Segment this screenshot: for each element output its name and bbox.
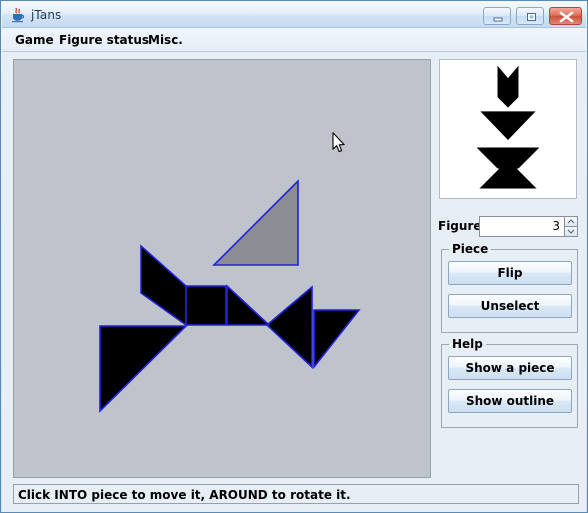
chevron-down-icon <box>567 229 575 234</box>
flip-button[interactable]: Flip <box>448 261 572 285</box>
tangram-piece-medium-triangle-upper-left[interactable] <box>140 244 187 327</box>
chevron-up-icon <box>567 219 575 224</box>
side-panel: Figure 3 Piece Flip Unselect Help Show a… <box>438 59 578 478</box>
show-a-piece-button[interactable]: Show a piece <box>448 356 572 380</box>
figure-preview-shape <box>476 65 540 189</box>
tangram-canvas[interactable] <box>13 59 431 478</box>
window-title: jTans <box>31 8 62 22</box>
tangram-pieces <box>99 179 361 413</box>
unselect-button[interactable]: Unselect <box>448 294 572 318</box>
menu-item-misc[interactable]: Misc. <box>143 31 188 49</box>
menu-item-game[interactable]: Game <box>10 31 59 49</box>
thumbnail-triangle-upper <box>480 111 536 140</box>
help-group: Help Show a piece Show outline <box>441 337 578 428</box>
tangram-piece-small-triangle-far-right[interactable] <box>313 309 361 370</box>
figure-label: Figure <box>438 219 482 233</box>
menu-bar: Game Figure status Misc. <box>2 28 586 52</box>
status-bar-text: Click INTO piece to move it, AROUND to r… <box>18 488 351 502</box>
thumbnail-triangle-bottom <box>479 159 537 189</box>
figure-spinner[interactable]: 3 <box>479 216 578 237</box>
tangram-piece-large-triangle-right[interactable] <box>265 285 313 369</box>
minimize-icon <box>493 17 503 22</box>
figure-spinner-down-button[interactable] <box>564 226 578 237</box>
close-icon <box>559 11 574 23</box>
figure-number-input[interactable]: 3 <box>479 216 564 237</box>
content-area: Figure 3 Piece Flip Unselect Help Show a… <box>2 52 586 512</box>
close-button[interactable] <box>549 7 582 25</box>
piece-group-title: Piece <box>449 242 492 256</box>
tangram-piece-square-center[interactable] <box>185 285 227 326</box>
figure-selector-row: Figure 3 <box>438 216 578 238</box>
show-outline-button[interactable]: Show outline <box>448 389 572 413</box>
minimize-button[interactable] <box>483 7 511 25</box>
piece-group: Piece Flip Unselect <box>441 242 578 333</box>
tangram-piece-large-triangle-lower-left[interactable] <box>99 325 188 413</box>
maximize-icon <box>527 13 536 21</box>
tangram-piece-small-triangle-center-right[interactable] <box>226 284 272 326</box>
menu-item-figure-status[interactable]: Figure status <box>54 31 154 49</box>
status-bar: Click INTO piece to move it, AROUND to r… <box>13 484 579 504</box>
tangram-piece-large-triangle-selected[interactable] <box>212 179 299 266</box>
thumbnail-arrow-head-top <box>497 65 519 108</box>
maximize-button[interactable] <box>516 7 544 25</box>
java-coffee-cup-icon <box>10 7 26 23</box>
figure-preview-panel <box>439 59 577 199</box>
title-bar[interactable]: jTans <box>2 2 586 28</box>
application-window: jTans Game Figure status Misc. Figure 3 … <box>0 0 588 513</box>
help-group-title: Help <box>449 337 486 351</box>
